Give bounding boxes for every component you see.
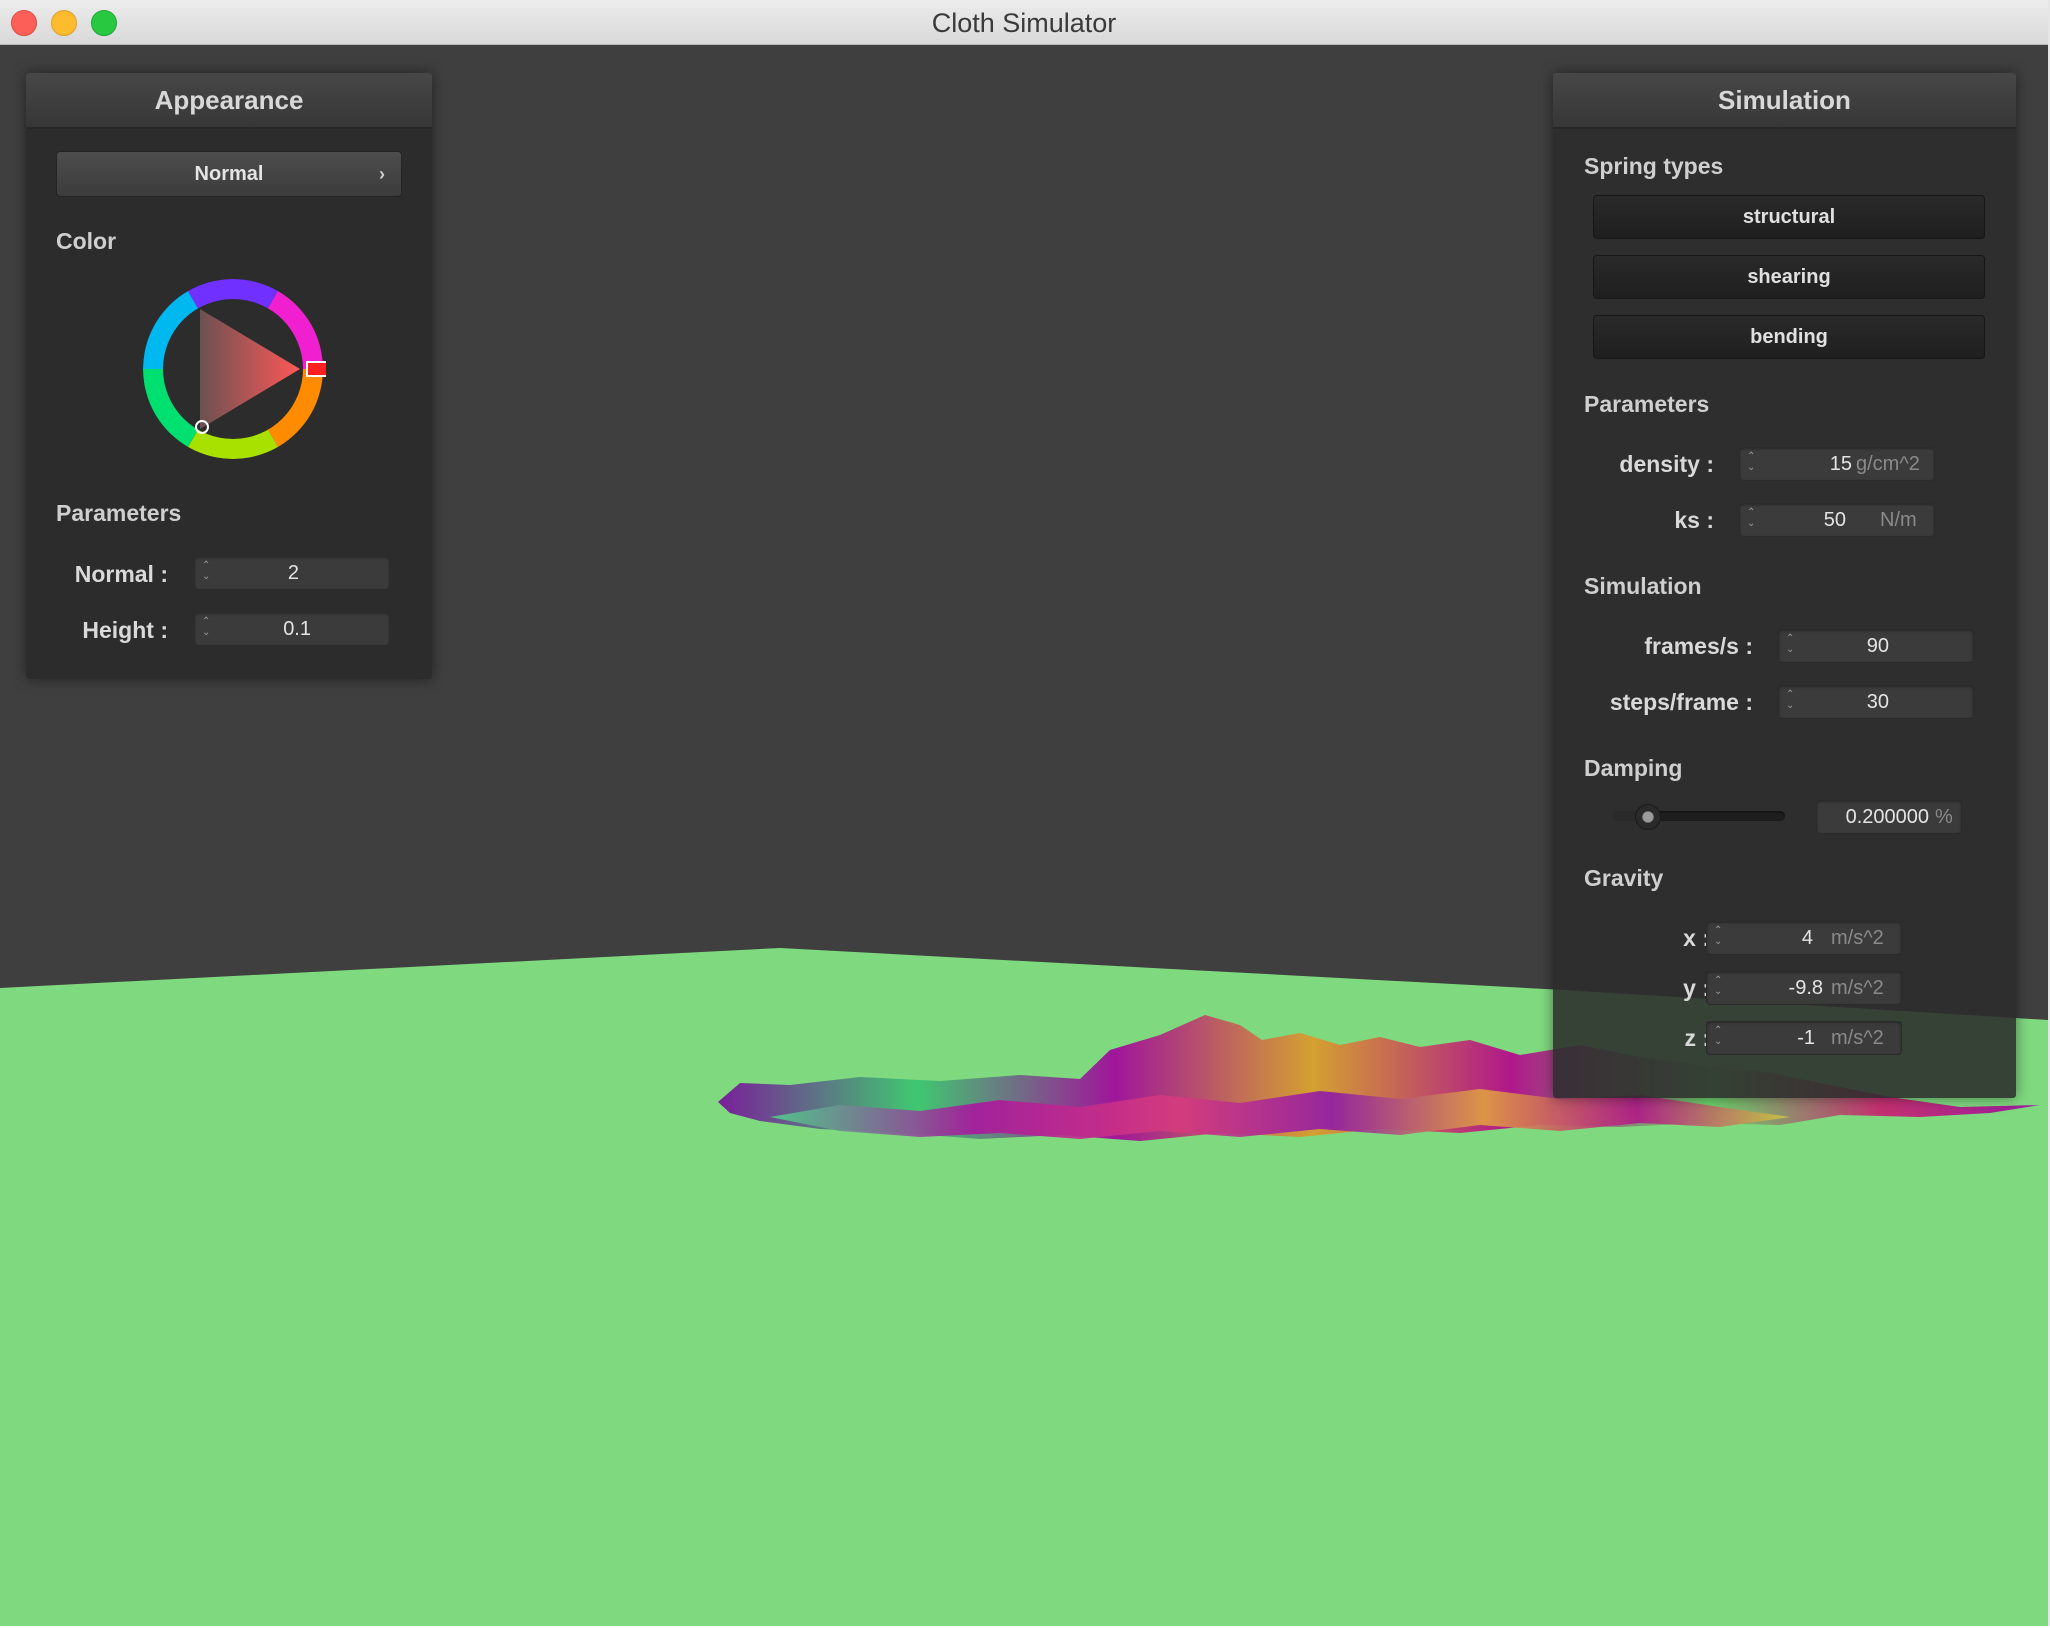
chevron-right-icon: › [379, 164, 385, 184]
gravity-x-value: 4 [1801, 927, 1813, 949]
appearance-params-label: Parameters [56, 500, 182, 526]
structural-toggle[interactable]: structural [1593, 195, 1985, 239]
fps-label: frames/s : [1644, 633, 1753, 659]
ks-input[interactable]: ⌃ ⌄ 50 N/m [1739, 503, 1935, 537]
shader-dropdown-label: Normal [194, 163, 264, 185]
stepper-icon[interactable]: ⌃ ⌄ [1786, 689, 1794, 711]
spring-types-label: Spring types [1584, 153, 1724, 179]
gravity-y-label: y : [1683, 975, 1710, 1001]
density-input[interactable]: ⌃ ⌄ 15 g/cm^2 [1739, 447, 1935, 481]
gravity-label: Gravity [1584, 865, 1664, 891]
damping-value: 0.200000 [1845, 806, 1929, 828]
height-label: Height : [82, 617, 168, 643]
fps-input[interactable]: ⌃ ⌄ 90 [1778, 629, 1974, 663]
shader-dropdown[interactable]: Normal › [56, 151, 402, 197]
steps-value: 30 [1866, 691, 1889, 713]
app-window: Cloth Simulator Appearance Normal › Colo… [0, 0, 2050, 1626]
normal-input[interactable]: ⌃ ⌄ 2 [194, 556, 390, 590]
gravity-y-unit: m/s^2 [1831, 977, 1884, 999]
gravity-x-unit: m/s^2 [1831, 927, 1884, 949]
normal-label: Normal : [74, 561, 168, 587]
title-bar[interactable]: Cloth Simulator [0, 0, 2048, 45]
stepper-icon[interactable]: ⌃ ⌄ [202, 616, 210, 638]
height-input[interactable]: ⌃ ⌄ 0.1 [194, 612, 390, 646]
stepper-icon[interactable]: ⌃ ⌄ [1714, 1025, 1722, 1047]
damping-unit: % [1935, 806, 1953, 828]
simulation-header[interactable]: Simulation [1553, 73, 2016, 129]
gravity-y-input[interactable]: ⌃ ⌄ -9.8 m/s^2 [1706, 971, 1902, 1005]
stepper-icon[interactable]: ⌃ ⌄ [1747, 451, 1755, 473]
normal-value: 2 [287, 562, 299, 584]
gravity-y-value: -9.8 [1788, 977, 1823, 999]
simulation-section-label: Simulation [1584, 573, 1702, 599]
damping-slider-knob[interactable] [1635, 804, 1662, 830]
density-value: 15 [1829, 453, 1852, 475]
ks-label: ks : [1674, 507, 1714, 533]
damping-input[interactable]: 0.200000 % [1816, 800, 1962, 834]
color-section-label: Color [56, 228, 117, 254]
window-title: Cloth Simulator [931, 8, 1117, 38]
gravity-z-unit: m/s^2 [1831, 1027, 1884, 1049]
stepper-icon[interactable]: ⌃ ⌄ [1714, 975, 1722, 997]
shearing-toggle[interactable]: shearing [1593, 255, 1985, 299]
stepper-icon[interactable]: ⌃ ⌄ [1714, 925, 1722, 947]
hue-selector[interactable] [306, 361, 326, 377]
steps-label: steps/frame : [1609, 689, 1753, 715]
gravity-x-input[interactable]: ⌃ ⌄ 4 m/s^2 [1706, 921, 1902, 955]
stepper-icon[interactable]: ⌃ ⌄ [1747, 507, 1755, 529]
gravity-z-value: -1 [1797, 1027, 1815, 1049]
gravity-x-label: x : [1683, 925, 1710, 951]
density-label: density : [1619, 451, 1714, 477]
stepper-icon[interactable]: ⌃ ⌄ [202, 560, 210, 582]
sim-params-label: Parameters [1584, 391, 1710, 417]
density-unit: g/cm^2 [1856, 453, 1920, 475]
appearance-header[interactable]: Appearance [26, 73, 432, 129]
height-value: 0.1 [283, 618, 311, 640]
steps-input[interactable]: ⌃ ⌄ 30 [1778, 685, 1974, 719]
ks-unit: N/m [1880, 509, 1917, 531]
appearance-panel: Appearance Normal › Color Parameters Nor… [26, 73, 432, 679]
gravity-z-label: z : [1684, 1025, 1710, 1051]
fps-value: 90 [1866, 635, 1889, 657]
color-wheel[interactable] [140, 276, 326, 462]
damping-label: Damping [1584, 755, 1683, 781]
simulation-panel: Simulation Spring types structural shear… [1553, 73, 2016, 1098]
damping-slider[interactable] [1613, 804, 1785, 830]
stepper-icon[interactable]: ⌃ ⌄ [1786, 633, 1794, 655]
bending-toggle[interactable]: bending [1593, 315, 1985, 359]
gravity-z-input[interactable]: ⌃ ⌄ -1 m/s^2 [1706, 1021, 1902, 1055]
ks-value: 50 [1823, 509, 1846, 531]
